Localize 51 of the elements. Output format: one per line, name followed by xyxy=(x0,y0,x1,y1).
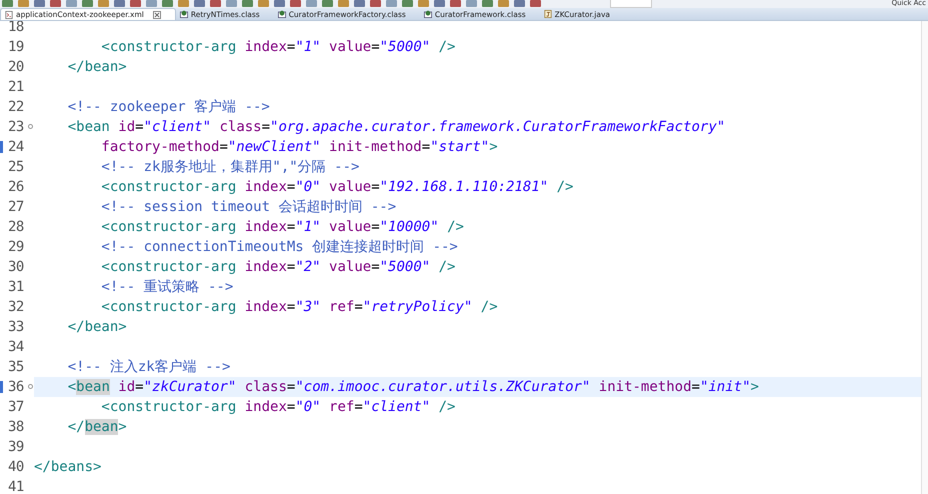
code-line: <!-- session timeout 会话超时时间 --> xyxy=(100,198,396,217)
code-line: </beans> xyxy=(34,458,102,477)
line-number: 36 xyxy=(8,379,24,395)
code-line: </bean> xyxy=(66,318,127,337)
line-number: 39 xyxy=(8,439,24,455)
class-file-icon xyxy=(278,10,286,18)
class-file-icon xyxy=(424,10,432,18)
line-number: 38 xyxy=(8,419,24,435)
line-number: 31 xyxy=(8,279,24,295)
code-line: <bean id="client" class="org.apache.curator.framework.CuratorFrameworkFactory" xyxy=(66,118,726,137)
toolbar-dropdown[interactable] xyxy=(610,0,652,8)
code-line: <constructor-arg index="1" value="10000" /> xyxy=(100,218,464,237)
code-line: <!-- zk服务地址，集群用","分隔 --> xyxy=(100,158,360,177)
code-line: <constructor-arg index="2" value="5000" /> xyxy=(100,258,456,277)
line-number: 21 xyxy=(8,79,24,95)
line-number: 20 xyxy=(8,59,24,75)
line-number: 26 xyxy=(8,179,24,195)
line-number: 19 xyxy=(8,39,24,55)
code-line: <constructor-arg index="0" value="192.168.1.110:2181" /> xyxy=(100,178,574,197)
java-file-icon xyxy=(544,10,552,18)
code-line: <!-- 注入zk客户端 --> xyxy=(66,358,230,377)
code-line: factory-method="newClient" init-method="start"> xyxy=(100,138,498,157)
line-number: 34 xyxy=(8,339,24,355)
line-number: 33 xyxy=(8,319,24,335)
line-number: 41 xyxy=(8,479,24,494)
code-line: <constructor-arg index="0" ref="client" /> xyxy=(100,398,456,417)
line-number: 23 xyxy=(8,119,24,135)
xml-file-icon xyxy=(5,10,13,18)
line-number: 37 xyxy=(8,399,24,415)
line-number: 22 xyxy=(8,99,24,115)
code-line: <!-- zookeeper 客户端 --> xyxy=(66,98,270,117)
code-line: <bean id="zkCurator" class="com.imooc.curator.utils.ZKCurator" init-method="init"> xyxy=(66,378,759,397)
line-number: 29 xyxy=(8,239,24,255)
line-number: 40 xyxy=(8,459,24,475)
close-icon[interactable] xyxy=(152,10,161,18)
code-line: </bean> xyxy=(66,418,127,437)
code-line: <constructor-arg index="1" value="5000" /> xyxy=(100,38,456,57)
code-line: <!-- connectionTimeoutMs 创建连接超时时间 --> xyxy=(100,238,458,257)
line-number: 25 xyxy=(8,159,24,175)
line-number: 30 xyxy=(8,259,24,275)
line-number: 27 xyxy=(8,199,24,215)
fold-icon[interactable] xyxy=(28,384,33,389)
line-number: 35 xyxy=(8,359,24,375)
code-line: <constructor-arg index="3" ref="retryPolicy" /> xyxy=(100,298,498,317)
line-number: 28 xyxy=(8,219,24,235)
class-file-icon xyxy=(180,10,188,18)
line-number: 24 xyxy=(8,139,24,155)
fold-icon[interactable] xyxy=(28,124,33,129)
code-line: <!-- 重试策略 --> xyxy=(100,278,234,297)
line-number: 32 xyxy=(8,299,24,315)
code-line: </bean> xyxy=(66,58,127,77)
